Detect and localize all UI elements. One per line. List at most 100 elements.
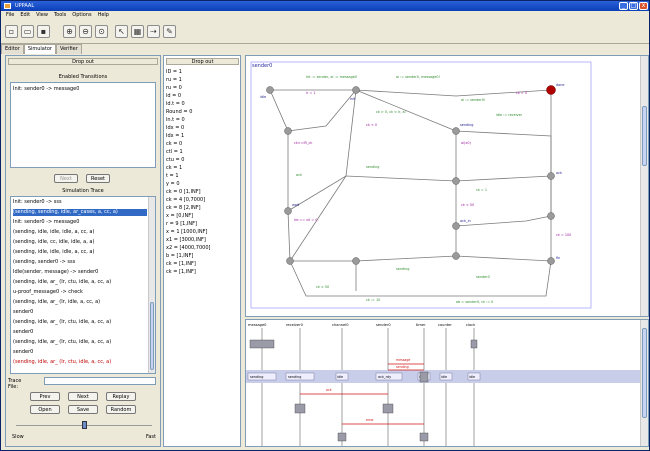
- edit-icon[interactable]: ✎: [163, 25, 176, 38]
- edge-label: ai := sender0!: [461, 98, 485, 102]
- trace-item[interactable]: u-proof_message0 -> check: [13, 289, 147, 296]
- trace-item[interactable]: (sending, idle, cc, idle, idle, a, a): [13, 239, 147, 246]
- tab-verifier[interactable]: Verifier: [55, 44, 82, 54]
- random-button[interactable]: Random: [106, 405, 136, 414]
- location-label: wait: [292, 203, 300, 207]
- variable-row: x = 1 [1000,INF]: [166, 229, 208, 235]
- simulator-control-panel: Drop out Enabled Transitions Init: sende…: [5, 55, 161, 447]
- msc-scroll-thumb[interactable]: [642, 328, 647, 418]
- simulation-trace-list[interactable]: Init: sender0 -> sss (sending, sending, i…: [10, 196, 156, 374]
- tab-simulator[interactable]: Simulator: [23, 44, 56, 54]
- location: [452, 127, 460, 135]
- tab-editor[interactable]: Editor: [1, 44, 24, 54]
- guard-label: ck < 0: [366, 123, 377, 127]
- reset-button[interactable]: Reset: [86, 174, 110, 183]
- variables-panel: Drop out ID = 1 ru = 1 ru = 0 ld = 0 ld.t = …: [163, 55, 241, 447]
- select-icon[interactable]: ↖: [115, 25, 128, 38]
- trace-item[interactable]: Idle(sender, message) -> sender0: [13, 269, 147, 276]
- variable-row: ld.t = 0: [166, 101, 185, 107]
- trace-item[interactable]: (sending, idle, ar_ (Ir, ctu, idle, a, c…: [13, 359, 147, 366]
- location-label: sending: [460, 123, 473, 127]
- drop-out-dropdown[interactable]: Drop out: [8, 58, 158, 65]
- save-trace-button[interactable]: Save: [68, 405, 98, 414]
- speed-slider-thumb[interactable]: [82, 421, 87, 429]
- variable-row: ck = [1,INF]: [166, 269, 196, 275]
- edge-label: ack: [296, 173, 302, 177]
- process-scroll-thumb[interactable]: [642, 106, 647, 166]
- zoom-in-icon[interactable]: ⊕: [63, 25, 76, 38]
- band-label: idle: [441, 375, 447, 379]
- band-label: idle: [337, 375, 343, 379]
- trace-item[interactable]: (sending, sending, idle, ar_cases, a, cc…: [13, 209, 147, 216]
- menu-tools[interactable]: Tools: [54, 11, 66, 20]
- next-transition-button[interactable]: Next: [54, 174, 78, 183]
- app-icon: [4, 3, 11, 9]
- message-label: sending: [396, 365, 409, 369]
- trace-item[interactable]: (sending, idle, ar_ (Ir, idle, a, cc, a): [13, 299, 147, 306]
- msc-header: timer: [416, 323, 426, 327]
- guard-label: ck = 0: [516, 91, 527, 95]
- edge-labels-green: Int := sender, ai := message0 ai := send…: [296, 75, 523, 304]
- msc-scrollbar[interactable]: [640, 320, 648, 446]
- list-item[interactable]: Init: sender0 -> message0: [13, 86, 79, 93]
- close-button[interactable]: x: [639, 2, 648, 10]
- message-label: ack: [326, 388, 332, 392]
- main-tabs: Editor Simulator Verifier: [1, 44, 82, 54]
- trace-item[interactable]: sender0: [13, 349, 147, 356]
- trace-item[interactable]: sender0: [13, 309, 147, 316]
- trace-item[interactable]: (sending, idle, idle, idle, a, cc, a): [13, 249, 147, 256]
- trace-item[interactable]: (sending, idle, ar_ (Ir, ctu, idle, a, c…: [13, 319, 147, 326]
- next-button[interactable]: Next: [68, 392, 98, 401]
- simulation-trace-label: Simulation Trace: [62, 188, 104, 194]
- location: [284, 127, 292, 135]
- process-view[interactable]: sender0 Int:= sender, ai:= message0 ai…: [245, 55, 649, 317]
- trace-file-field[interactable]: [44, 377, 156, 385]
- save-icon[interactable]: ▪: [37, 25, 50, 38]
- menu-options[interactable]: Options: [72, 11, 91, 20]
- prev-button[interactable]: Prev: [30, 392, 60, 401]
- zoom-out-icon[interactable]: ⊖: [79, 25, 92, 38]
- trace-item[interactable]: (sending, sender0 -> sss: [13, 259, 147, 266]
- trace-item[interactable]: Init: sender0 -> sss: [13, 199, 147, 206]
- variable-row: ln.t = 0: [166, 117, 185, 123]
- process-name: sender0: [252, 63, 272, 69]
- minimize-button[interactable]: _: [619, 2, 628, 10]
- variable-row: ctl = 1: [166, 149, 183, 155]
- menu-edit[interactable]: Edit: [20, 11, 30, 20]
- open-trace-button[interactable]: Open: [30, 405, 60, 414]
- trace-scrollbar[interactable]: [148, 197, 155, 373]
- trace-item[interactable]: (sending, idle, ar_ (Ir, ctu, idle, a, c…: [13, 339, 147, 346]
- trace-scroll-thumb[interactable]: [150, 302, 154, 370]
- new-icon[interactable]: ▫: [5, 25, 18, 38]
- msc-header: clock: [466, 323, 476, 327]
- menu-view[interactable]: View: [36, 11, 48, 20]
- location-labels: idle init done sending wait ack_in ack f…: [260, 83, 564, 260]
- maximize-button[interactable]: □: [629, 2, 638, 10]
- location: [352, 257, 360, 265]
- guard-label: ck>=IR_ck: [294, 141, 312, 145]
- variable-row: b = [1,INF]: [166, 253, 194, 259]
- message-label: error: [366, 418, 374, 422]
- enabled-transitions-list[interactable]: Init: sender0 -> message0: [10, 82, 156, 168]
- grid-icon[interactable]: ▦: [131, 25, 144, 38]
- trace-item[interactable]: Init: sender0 -> message0: [13, 219, 147, 226]
- trace-item[interactable]: sender0: [13, 329, 147, 336]
- edge: [287, 89, 357, 132]
- trace-item[interactable]: (sending, idle, ar_ (Ir, ctu, idle, a, c…: [13, 279, 147, 286]
- process-view-scrollbar[interactable]: [640, 56, 648, 316]
- variable-row: ld = 0: [166, 93, 182, 99]
- variables-dropdown[interactable]: Drop out: [166, 58, 239, 65]
- replay-button[interactable]: Replay: [106, 392, 136, 401]
- edge: [355, 89, 457, 256]
- message-sequence-chart[interactable]: message0 receiver0 channel0 sender0 time…: [245, 319, 649, 447]
- activation-box: [382, 403, 394, 414]
- variable-row: ru = 0: [166, 85, 182, 91]
- trace-item[interactable]: (sending, idle, idle, idle, a, cc, a): [13, 229, 147, 236]
- menu-file[interactable]: File: [6, 11, 14, 20]
- open-icon[interactable]: ▭: [21, 25, 34, 38]
- variable-row: Idx = 0: [166, 125, 185, 131]
- trace-icon[interactable]: ⇢: [147, 25, 160, 38]
- band-label: ack_rdy: [378, 375, 391, 379]
- zoom-fit-icon[interactable]: ⊙: [95, 25, 108, 38]
- menu-help[interactable]: Help: [98, 11, 109, 20]
